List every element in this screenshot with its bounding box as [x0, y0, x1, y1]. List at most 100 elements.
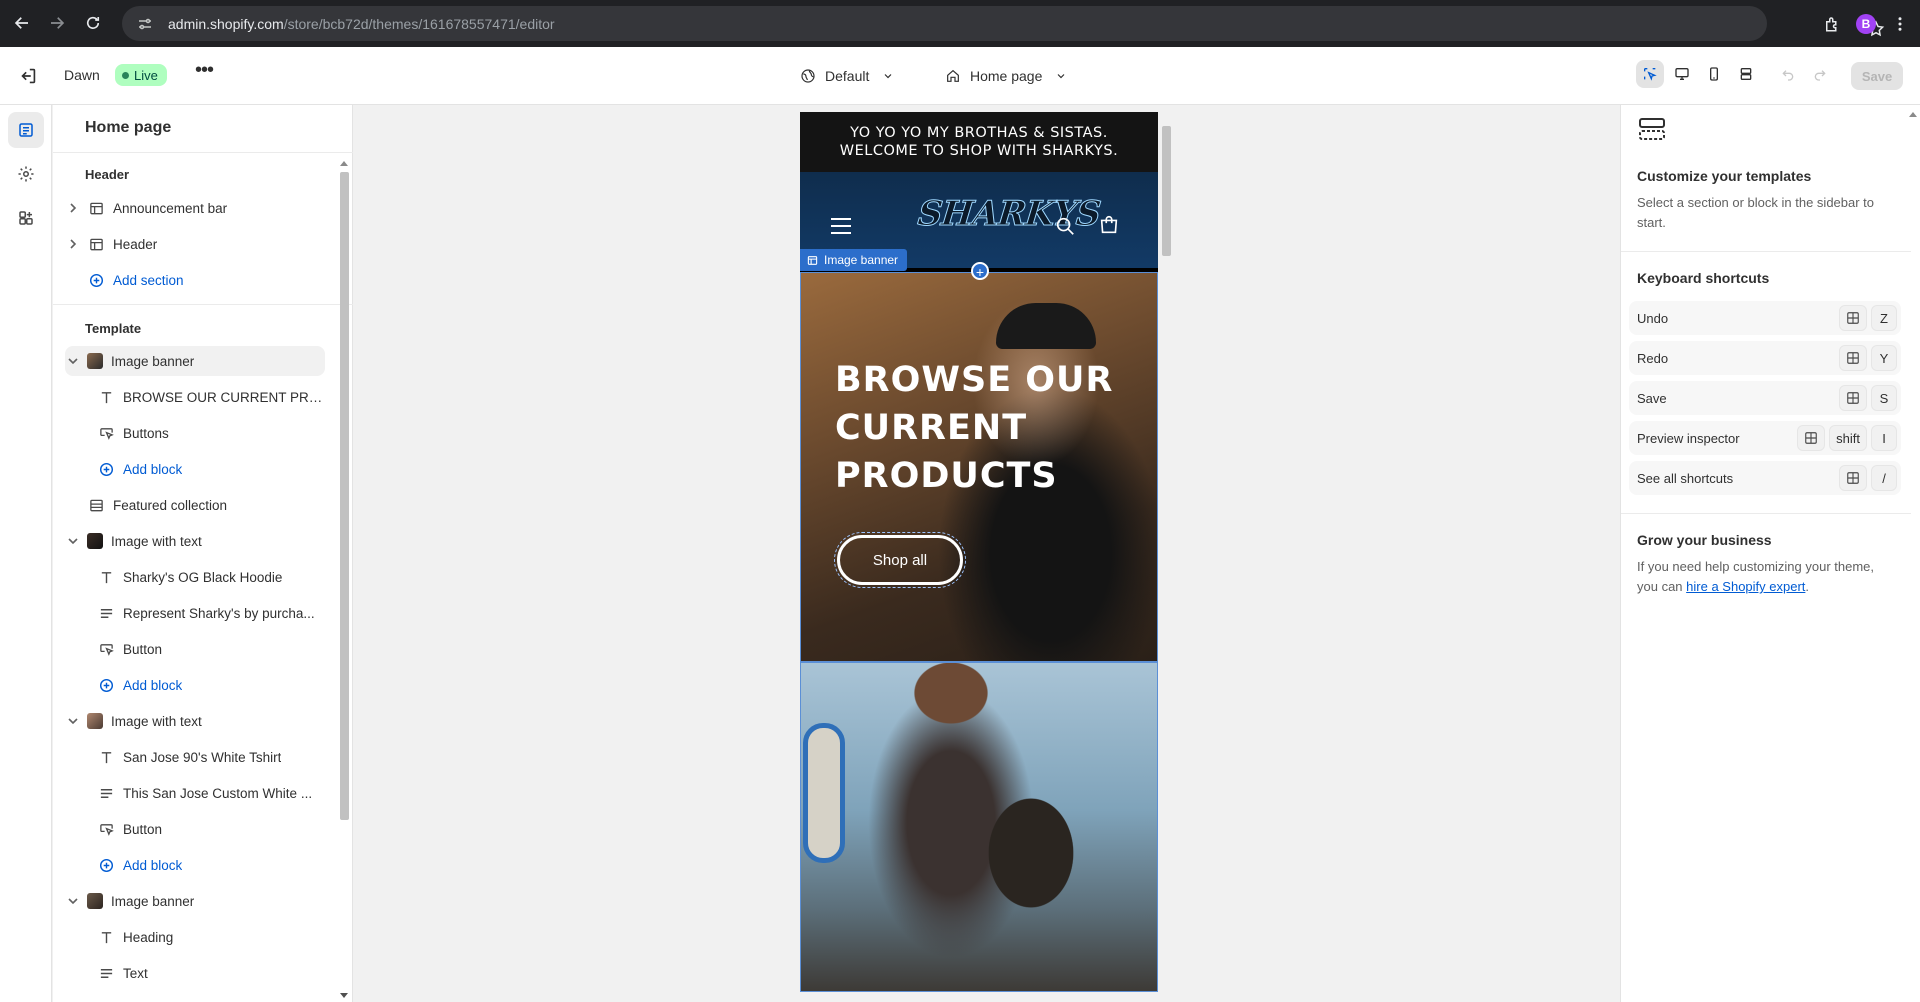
- add-block-button[interactable]: Add block: [97, 454, 325, 484]
- forward-icon[interactable]: [42, 8, 72, 38]
- live-status-badge: Live: [115, 64, 167, 86]
- sidebar-block-text[interactable]: Represent Sharky's by purcha...: [97, 598, 325, 628]
- live-dot-icon: [122, 71, 129, 79]
- reload-icon[interactable]: [78, 8, 108, 38]
- scrollbar-thumb[interactable]: [1162, 126, 1171, 256]
- shortcut-save: Save S: [1629, 381, 1901, 415]
- add-section-button[interactable]: Add section: [65, 265, 325, 295]
- sidebar-item-image-with-text[interactable]: Image with text: [65, 706, 325, 736]
- sidebar-scrollbar[interactable]: [338, 155, 350, 1002]
- sidebar-item-label: Sharky's OG Black Hoodie: [123, 569, 283, 585]
- menu-icon[interactable]: [831, 218, 851, 234]
- page-selector[interactable]: Home page: [945, 63, 1067, 89]
- chevron-right-icon[interactable]: [65, 236, 81, 252]
- chevron-right-icon[interactable]: [65, 200, 81, 216]
- grow-title: Grow your business: [1637, 532, 1772, 548]
- inspector-toggle-button[interactable]: [1636, 60, 1664, 88]
- full-width-view-button[interactable]: [1732, 60, 1760, 88]
- sections-rail-button[interactable]: [8, 112, 44, 148]
- editor-topbar: Dawn Live ••• Default Home page Save: [0, 47, 1920, 105]
- search-icon[interactable]: [1054, 215, 1076, 237]
- announcement-bar[interactable]: YO YO YO MY BROTHAS & SISTAS. WELCOME TO…: [800, 112, 1158, 172]
- cmd-key-icon: [1839, 305, 1867, 331]
- section-layout-icon: [807, 255, 818, 265]
- sidebar-item-announcement-bar[interactable]: Announcement bar: [65, 193, 325, 223]
- image-with-text-section[interactable]: [800, 662, 1158, 992]
- shortcuts-title: Keyboard shortcuts: [1637, 270, 1770, 286]
- redo-button[interactable]: [1806, 60, 1834, 88]
- sidebar-block-heading[interactable]: San Jose 90's White Tshirt: [97, 742, 325, 772]
- hire-expert-link[interactable]: hire a Shopify expert: [1686, 579, 1805, 594]
- settings-panel-scrollbar[interactable]: [1907, 106, 1919, 1002]
- add-block-button[interactable]: Add block: [97, 850, 325, 880]
- sidebar-item-label: Heading: [123, 929, 174, 945]
- theme-settings-rail-button[interactable]: [8, 156, 44, 192]
- banner-heading[interactable]: BROWSE OUR CURRENT PRODUCTS: [835, 356, 1135, 500]
- button-cursor-icon: [97, 820, 115, 838]
- sidebar-block-heading[interactable]: Heading: [97, 922, 325, 952]
- shortcut-preview-inspector: Preview inspector shift I: [1629, 421, 1901, 455]
- sidebar-block-heading[interactable]: Sharky's OG Black Hoodie: [97, 562, 325, 592]
- sidebar-item-label: This San Jose Custom White ...: [123, 785, 313, 801]
- address-bar[interactable]: admin.shopify.com/store/bcb72d/themes/16…: [122, 6, 1885, 41]
- scrollbar-thumb[interactable]: [340, 172, 349, 820]
- add-block-button[interactable]: Add block: [97, 670, 325, 700]
- mobile-view-button[interactable]: [1700, 60, 1728, 88]
- undo-button[interactable]: [1774, 60, 1802, 88]
- cart-icon[interactable]: [1098, 214, 1120, 236]
- text-icon: [97, 388, 115, 406]
- desktop-view-button[interactable]: [1668, 60, 1696, 88]
- save-button[interactable]: Save: [1851, 62, 1903, 90]
- shortcut-see-all[interactable]: See all shortcuts /: [1629, 461, 1901, 495]
- selected-section-chip[interactable]: Image banner: [800, 249, 908, 271]
- grow-text: If you need help customizing your theme,…: [1637, 557, 1887, 597]
- chevron-down-icon[interactable]: [65, 533, 81, 549]
- button-cursor-icon: [97, 424, 115, 442]
- apps-rail-button[interactable]: [8, 200, 44, 236]
- scroll-up-arrow[interactable]: [1909, 112, 1917, 117]
- shortcut-key: /: [1871, 465, 1897, 491]
- collection-icon: [87, 496, 105, 514]
- sidebar-block-text[interactable]: Text: [97, 958, 325, 988]
- chevron-down-icon[interactable]: [65, 893, 81, 909]
- context-selector[interactable]: Default: [800, 63, 894, 89]
- sidebar-item-image-with-text[interactable]: Image with text: [65, 526, 325, 556]
- chevron-down-icon[interactable]: [65, 353, 81, 369]
- grow-text-end: .: [1805, 579, 1810, 594]
- back-icon[interactable]: [7, 8, 37, 38]
- chevron-down-icon[interactable]: [65, 713, 81, 729]
- profile-avatar[interactable]: B: [1856, 13, 1876, 34]
- image-thumbnail: [87, 533, 103, 549]
- mobile-preview-frame[interactable]: YO YO YO MY BROTHAS & SISTAS. WELCOME TO…: [800, 112, 1158, 992]
- exit-editor-icon[interactable]: [17, 65, 39, 87]
- layout-icon: [1740, 68, 1752, 80]
- sidebar-block-button[interactable]: Button: [97, 814, 325, 844]
- preview-scrollbar[interactable]: [1159, 112, 1173, 992]
- sidebar-item-image-banner[interactable]: Image banner: [65, 886, 325, 916]
- add-block-label: Add block: [123, 677, 183, 693]
- scroll-up-arrow[interactable]: [340, 161, 348, 166]
- scroll-down-arrow[interactable]: [340, 993, 348, 998]
- add-section-plus-button[interactable]: +: [971, 262, 989, 280]
- template-layout-icon: [1639, 118, 1665, 140]
- shortcut-label: Redo: [1637, 350, 1669, 366]
- sidebar-block-buttons[interactable]: Buttons: [97, 418, 325, 448]
- browser-menu-icon[interactable]: [1890, 14, 1910, 34]
- sidebar-item-image-banner[interactable]: Image banner: [65, 346, 325, 376]
- site-settings-icon[interactable]: [136, 15, 154, 33]
- sidebar-item-label: Button: [123, 821, 163, 837]
- sidebar-block-heading[interactable]: BROWSE OUR CURRENT PRO...: [97, 382, 325, 412]
- divider: [53, 152, 353, 153]
- image-banner-section[interactable]: BROWSE OUR CURRENT PRODUCTS Shop all: [800, 272, 1158, 662]
- cmd-key-icon: [1839, 345, 1867, 371]
- announcement-text-line2: WELCOME TO SHOP WITH SHARKYS.: [839, 143, 1119, 159]
- sidebar-block-button[interactable]: Button: [97, 634, 325, 664]
- shortcut-key: S: [1871, 385, 1897, 411]
- sidebar-item-label: Featured collection: [113, 497, 228, 513]
- more-actions-button[interactable]: •••: [193, 60, 215, 87]
- sidebar-item-header[interactable]: Header: [65, 229, 325, 259]
- sidebar-item-featured-collection[interactable]: Featured collection: [65, 490, 325, 520]
- extensions-icon[interactable]: [1822, 14, 1842, 34]
- shop-all-button[interactable]: Shop all: [834, 532, 966, 588]
- sidebar-block-text[interactable]: This San Jose Custom White ...: [97, 778, 325, 808]
